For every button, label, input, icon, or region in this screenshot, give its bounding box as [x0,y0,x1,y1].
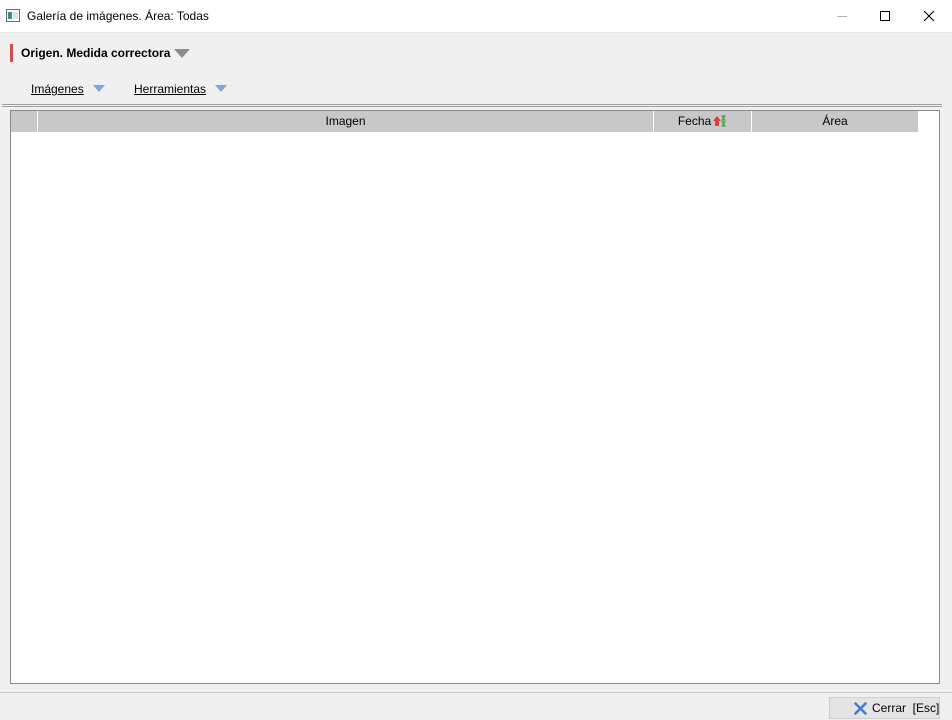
triangle-down-icon [93,85,106,92]
menu-imagenes[interactable]: Imágenes [31,82,106,96]
column-header-area[interactable]: Área [752,111,918,132]
divider [2,104,942,105]
column-header-fecha-label: Fecha [677,114,712,128]
menu-herramientas-label: Herramientas [134,82,207,96]
close-button[interactable]: Cerrar [Esc] [829,697,940,719]
app-window-icon [6,9,20,22]
origin-label: Origen. Medida correctora [21,46,171,60]
divider [2,106,942,107]
close-icon [923,10,935,22]
column-header-imagen[interactable]: Imagen [38,111,654,132]
close-button-label: Cerrar [Esc] [872,701,940,715]
menu-herramientas[interactable]: Herramientas [134,82,228,96]
origin-accent-bar [10,44,13,62]
triangle-down-icon [215,85,228,92]
minimize-button[interactable] [819,0,865,32]
close-window-button[interactable] [906,0,952,32]
image-grid[interactable]: Imagen Fecha Área [10,110,940,684]
row-indicator-header[interactable] [11,111,38,132]
grid-header: Imagen Fecha Área [11,111,918,132]
sort-ascending-icon [713,113,727,134]
triangle-down-icon[interactable] [174,48,190,62]
x-close-icon [854,702,867,715]
title-bar: Galería de imágenes. Área: Todas [0,0,952,33]
column-header-imagen-label: Imagen [325,114,366,128]
column-header-area-label: Área [822,114,848,128]
maximize-button[interactable] [862,0,908,32]
column-header-fecha[interactable]: Fecha [654,111,752,132]
minimize-icon [837,16,847,17]
window-title: Galería de imágenes. Área: Todas [27,9,209,23]
footer-divider [0,692,952,693]
maximize-icon [880,11,890,21]
menu-imagenes-label: Imágenes [31,82,84,96]
